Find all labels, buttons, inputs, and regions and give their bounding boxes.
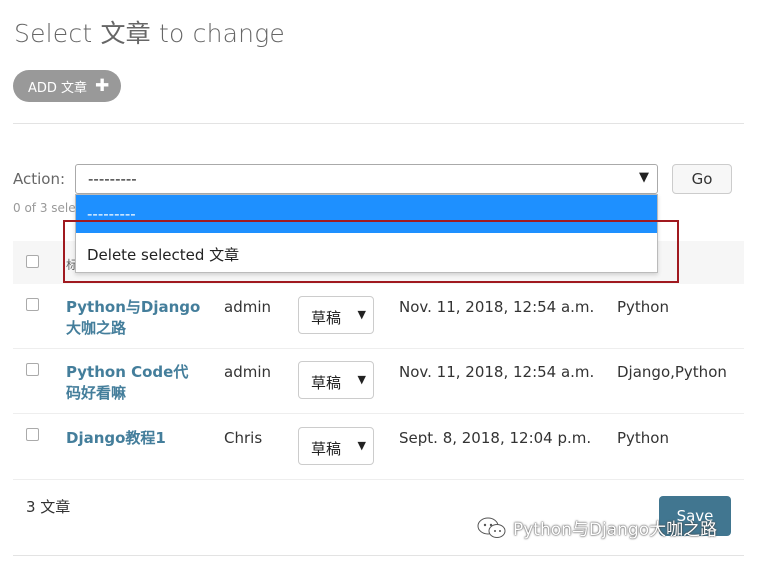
article-title-line1: Python与Django: [66, 298, 201, 316]
caret-down-icon: ▼: [639, 170, 649, 185]
date-cell: Sept. 8, 2018, 12:04 p.m.: [399, 429, 592, 447]
action-label: Action:: [13, 170, 66, 188]
status-select[interactable]: 草稿 ▼: [298, 361, 374, 399]
row-checkbox[interactable]: [26, 298, 39, 311]
selection-counter: 0 of 3 sele: [13, 201, 76, 215]
select-all-checkbox[interactable]: [26, 255, 39, 268]
author-cell: Chris: [224, 429, 263, 447]
tags-cell: Python: [617, 298, 669, 316]
add-button-label: ADD 文章: [28, 80, 88, 96]
divider: [13, 555, 744, 556]
row-divider: [13, 348, 744, 349]
article-title-line1: Django教程1: [66, 429, 166, 447]
author-cell: admin: [224, 363, 271, 381]
author-cell: admin: [224, 298, 271, 316]
article-title-line1: Python Code代: [66, 363, 189, 381]
annotation-highlight: [63, 220, 679, 283]
row-checkbox[interactable]: [26, 363, 39, 376]
article-title-line2: 码好看嘛: [66, 384, 127, 402]
status-select[interactable]: 草稿 ▼: [298, 296, 374, 334]
divider: [13, 123, 744, 124]
action-select[interactable]: --------- ▼: [75, 164, 658, 194]
row-divider: [13, 413, 744, 414]
status-value: 草稿: [311, 374, 342, 392]
article-link[interactable]: Python与Django 大咖之路: [66, 297, 206, 339]
date-cell: Nov. 11, 2018, 12:54 a.m.: [399, 298, 595, 316]
go-button[interactable]: Go: [672, 164, 732, 194]
caret-down-icon: ▼: [357, 373, 366, 386]
caret-down-icon: ▼: [357, 308, 366, 321]
wechat-icon: [477, 517, 506, 538]
row-divider: [13, 479, 744, 480]
tags-cell: Python: [617, 429, 669, 447]
date-cell: Nov. 11, 2018, 12:54 a.m.: [399, 363, 595, 381]
action-select-value: ---------: [88, 170, 137, 188]
status-select[interactable]: 草稿 ▼: [298, 427, 374, 465]
status-value: 草稿: [311, 309, 342, 327]
article-link[interactable]: Python Code代 码好看嘛: [66, 362, 206, 404]
caret-down-icon: ▼: [357, 439, 366, 452]
row-checkbox[interactable]: [26, 428, 39, 441]
status-value: 草稿: [311, 440, 342, 458]
watermark: Python与Django大咖之路: [477, 515, 717, 540]
watermark-text: Python与Django大咖之路: [513, 520, 718, 540]
add-article-button[interactable]: ADD 文章 ✚: [13, 70, 121, 102]
plus-icon: ✚: [95, 75, 110, 96]
result-count: 3 文章: [26, 498, 71, 516]
article-title-line2: 大咖之路: [66, 319, 127, 337]
page-title: Select 文章 to change: [14, 19, 285, 48]
article-link[interactable]: Django教程1: [66, 428, 206, 449]
tags-cell: Django,Python: [617, 363, 727, 381]
